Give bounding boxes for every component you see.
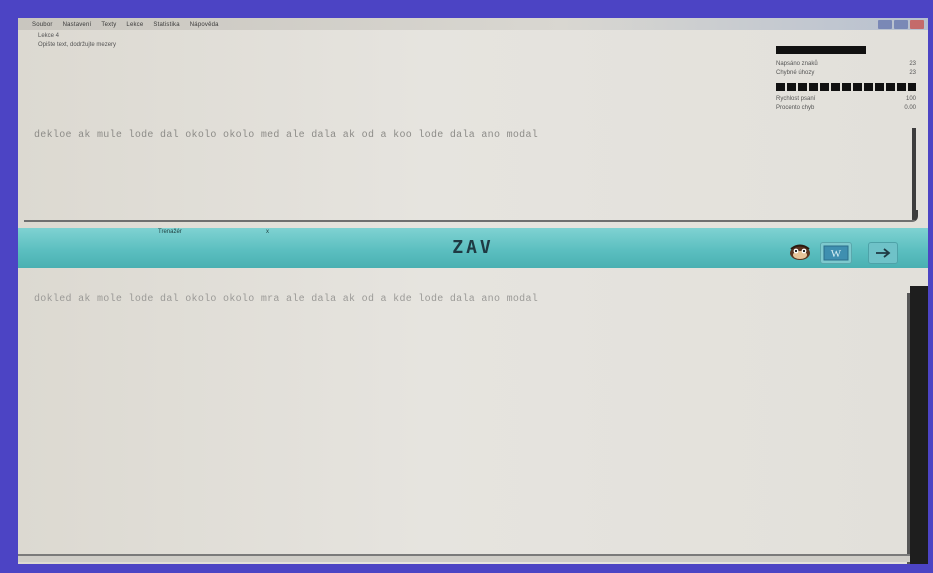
- lesson-title: Lekce 4: [38, 33, 60, 39]
- typing-trainer-window: Soubor Nastavení Texty Lekce Statistika …: [18, 18, 928, 564]
- stat-label: Rychlost psaní: [776, 96, 816, 102]
- monitor-bezel: [910, 286, 928, 564]
- stat-value: 0.00: [904, 105, 916, 111]
- minimize-button[interactable]: [878, 20, 892, 29]
- input-panel-bottom: [18, 554, 910, 562]
- statistics-panel: Napsáno znaků 23 Chybné úhozy 23 Rychlos…: [776, 46, 916, 113]
- menu-item-help[interactable]: Nápověda: [190, 22, 219, 28]
- stat-value: 23: [909, 70, 916, 76]
- menu-item-file[interactable]: Soubor: [32, 22, 53, 28]
- next-button[interactable]: [868, 242, 898, 264]
- menu-item-statistics[interactable]: Statistika: [153, 22, 179, 28]
- stat-label: Chybné úhozy: [776, 70, 815, 76]
- stat-row: Rychlost psaní 100: [776, 95, 916, 104]
- toolbar-label: Trenažér: [158, 229, 182, 235]
- mascot-button[interactable]: [788, 242, 812, 262]
- stat-label: Procento chyb: [776, 105, 815, 111]
- word-icon-letter: W: [831, 248, 842, 260]
- panel-border: [912, 128, 916, 220]
- keystroke-indicator: [776, 83, 916, 91]
- window-controls: [878, 20, 924, 29]
- lesson-info: Lekce 4 Opište text, dodržujte mezery: [38, 32, 116, 50]
- menu-item-lessons[interactable]: Lekce: [126, 22, 143, 28]
- stat-row: Procento chyb 0.00: [776, 104, 916, 113]
- word-button[interactable]: W: [820, 242, 852, 264]
- source-panel-border: [24, 210, 918, 222]
- lesson-instruction: Opište text, dodržujte mezery: [38, 42, 117, 48]
- progress-bar: [776, 46, 866, 54]
- stat-value: 23: [909, 61, 916, 67]
- close-button[interactable]: [910, 20, 924, 29]
- stat-label: Napsáno znaků: [776, 61, 818, 67]
- stat-value: 100: [905, 96, 916, 102]
- menu-bar: Soubor Nastavení Texty Lekce Statistika …: [32, 22, 219, 28]
- arrow-right-icon: [876, 248, 891, 258]
- maximize-button[interactable]: [894, 20, 908, 29]
- toolbar: Trenažér x ZAV W: [18, 228, 928, 268]
- word-icon: W: [823, 245, 849, 261]
- menu-item-texts[interactable]: Texty: [101, 22, 116, 28]
- mascot-icon: [790, 244, 810, 260]
- typed-text[interactable]: dokled ak mole lode dal okolo okolo mra …: [34, 294, 538, 305]
- stat-row: Napsáno znaků 23: [776, 60, 916, 69]
- menu-item-settings[interactable]: Nastavení: [63, 22, 92, 28]
- source-text: dekloe ak mule lode dal okolo okolo med …: [34, 130, 539, 141]
- stat-row: Chybné úhozy 23: [776, 69, 916, 78]
- toolbar-marker: x: [266, 229, 269, 235]
